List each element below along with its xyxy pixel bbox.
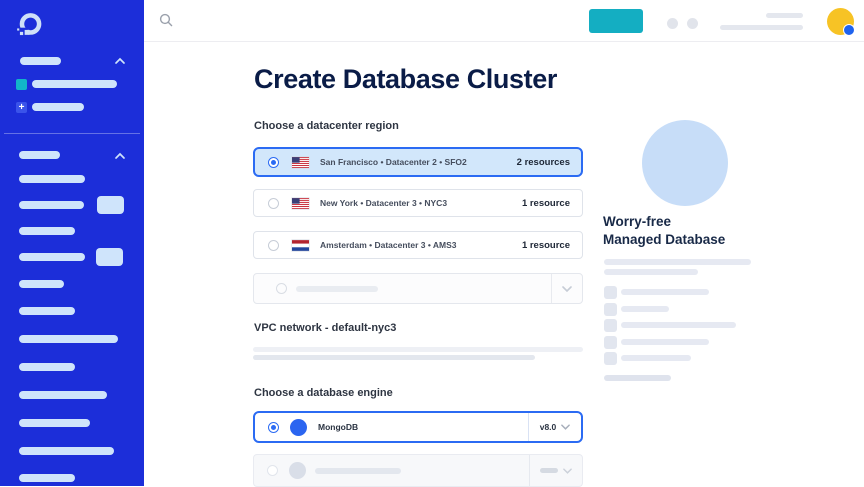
skeleton-line	[621, 322, 736, 328]
region-option-ams3[interactable]: Amsterdam • Datacenter 3 • AMS3 1 resour…	[253, 231, 583, 259]
radio-unselected-icon[interactable]	[267, 465, 278, 476]
skeleton-line	[604, 375, 671, 381]
version-value: v8.0	[539, 422, 557, 432]
engine-name: MongoDB	[318, 422, 359, 432]
skeleton-line	[621, 306, 669, 312]
radio-selected-icon[interactable]	[268, 156, 279, 168]
region-option-sfo2[interactable]: San Francisco • Datacenter 2 • SFO2 2 re…	[253, 147, 583, 177]
digitalocean-logo-icon[interactable]	[15, 10, 45, 40]
region-option-nyc3[interactable]: New York • Datacenter 3 • NYC3 1 resourc…	[253, 189, 583, 217]
sidebar-skeleton-item	[19, 280, 64, 288]
sidebar-skeleton-item	[19, 227, 75, 235]
sidebar-skeleton-item	[19, 151, 60, 159]
dropdown-toggle[interactable]	[551, 274, 582, 303]
radio-selected-icon[interactable]	[268, 421, 279, 433]
sidebar-skeleton-item	[19, 175, 85, 183]
topbar	[144, 0, 864, 42]
sidebar-skeleton-item	[19, 391, 107, 399]
sidebar-divider	[4, 133, 140, 134]
sidebar-skeleton-item	[32, 103, 84, 111]
sidebar-skeleton-item	[32, 80, 117, 88]
chevron-up-icon[interactable]	[114, 152, 126, 160]
plus-icon[interactable]: +	[16, 102, 27, 113]
account-skeleton-line	[766, 13, 803, 18]
account-skeleton-line	[720, 25, 803, 30]
sidebar-badge	[96, 248, 123, 266]
chevron-down-icon	[563, 467, 572, 474]
bullet-icon	[604, 336, 617, 349]
bullet-icon	[604, 303, 617, 316]
version-select[interactable]: v8.0	[528, 413, 581, 441]
chevron-up-icon[interactable]	[114, 57, 126, 65]
sidebar-active-project-icon	[16, 79, 27, 90]
skeleton-line	[621, 289, 709, 295]
mongodb-logo-icon	[290, 418, 307, 436]
search-icon[interactable]	[159, 13, 173, 27]
skeleton-line	[540, 468, 558, 473]
help-icon[interactable]	[687, 18, 698, 29]
sidebar: +	[0, 0, 144, 486]
engine-section-label: Choose a database engine	[254, 387, 393, 399]
version-select-skeleton[interactable]	[529, 455, 582, 486]
chevron-down-icon	[561, 424, 571, 430]
skeleton-line	[253, 355, 535, 360]
region-option-label: Amsterdam • Datacenter 3 • AMS3	[320, 240, 457, 250]
page-title: Create Database Cluster	[254, 64, 557, 94]
datacenter-section-label: Choose a datacenter region	[254, 120, 399, 132]
region-resource-count: 1 resource	[521, 239, 570, 251]
engine-option-skeleton[interactable]	[253, 454, 583, 487]
managed-database-illustration	[642, 120, 728, 206]
skeleton-line	[253, 347, 583, 352]
sidebar-badge	[97, 196, 124, 214]
create-button[interactable]	[589, 9, 643, 33]
skeleton-line	[621, 355, 691, 361]
sidebar-skeleton-item	[20, 57, 61, 65]
nl-flag-icon	[292, 239, 309, 251]
engine-option-mongodb[interactable]: MongoDB v8.0	[253, 411, 583, 443]
sidebar-skeleton-item	[19, 419, 90, 427]
chevron-down-icon	[562, 285, 572, 292]
radio-unselected-icon[interactable]	[268, 197, 279, 209]
placeholder-circle-icon	[276, 283, 287, 294]
sidebar-skeleton-item	[19, 363, 75, 371]
sidebar-skeleton-item	[19, 201, 84, 209]
us-flag-icon	[292, 197, 309, 209]
avatar[interactable]	[827, 8, 855, 36]
notifications-icon[interactable]	[667, 18, 678, 29]
skeleton-line	[604, 269, 698, 275]
region-resource-count: 1 resource	[521, 197, 570, 209]
info-panel-title: Worry-free Managed Database	[603, 214, 726, 247]
skeleton-line	[315, 467, 401, 474]
sidebar-skeleton-item	[19, 474, 75, 482]
engine-logo-placeholder	[289, 462, 306, 479]
region-resource-count: 2 resources	[516, 156, 570, 168]
radio-unselected-icon[interactable]	[268, 239, 279, 251]
sidebar-skeleton-item	[19, 335, 118, 343]
skeleton-line	[296, 285, 378, 292]
region-option-label: New York • Datacenter 3 • NYC3	[320, 198, 448, 208]
region-option-label: San Francisco • Datacenter 2 • SFO2	[320, 157, 467, 167]
bullet-icon	[604, 319, 617, 332]
sidebar-skeleton-item	[19, 447, 114, 455]
sidebar-skeleton-item	[19, 253, 85, 261]
region-skeleton-dropdown[interactable]	[253, 273, 583, 304]
app-window: + Create Database Cluster Choose a datac…	[0, 0, 864, 487]
vpc-network-label: VPC network - default-nyc3	[254, 322, 397, 334]
bullet-icon	[604, 352, 617, 365]
bullet-icon	[604, 286, 617, 299]
skeleton-line	[621, 339, 709, 345]
us-flag-icon	[292, 156, 309, 168]
avatar-status-dot	[843, 24, 855, 36]
sidebar-skeleton-item	[19, 307, 75, 315]
skeleton-line	[604, 259, 751, 265]
